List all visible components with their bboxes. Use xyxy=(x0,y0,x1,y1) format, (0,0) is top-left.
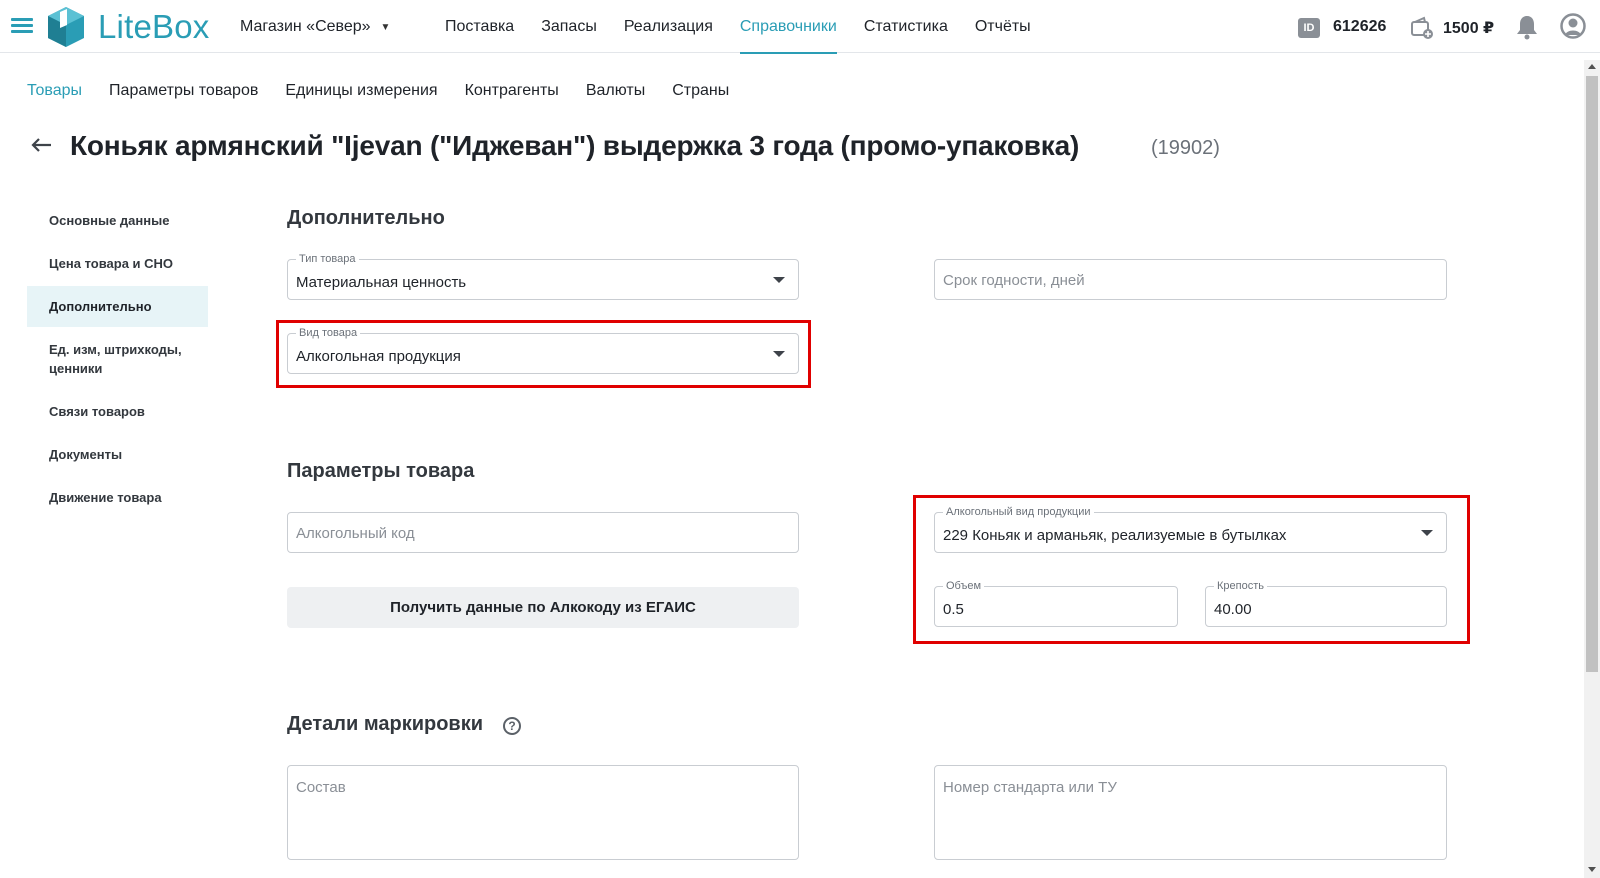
side-item-price[interactable]: Цена товара и СНО xyxy=(27,243,208,284)
page-scrollbar[interactable] xyxy=(1584,60,1600,878)
store-name: Магазин «Север» xyxy=(240,18,371,35)
side-menu: Основные данные Цена товара и СНО Дополн… xyxy=(27,200,208,520)
alco-code-placeholder: Алкогольный код xyxy=(296,525,415,542)
logo-text: LiteBox xyxy=(98,8,210,45)
product-type-value: Материальная ценность xyxy=(296,274,467,291)
dropdown-arrow-icon xyxy=(773,277,785,283)
subnav-countries[interactable]: Страны xyxy=(672,80,729,102)
account-id: 612626 xyxy=(1333,18,1387,35)
product-id: (19902) xyxy=(1151,137,1220,159)
strength-input[interactable]: Крепость 40.00 xyxy=(1205,580,1447,627)
strength-label: Крепость xyxy=(1214,580,1267,592)
side-item-documents[interactable]: Документы xyxy=(27,434,208,475)
user-avatar-icon[interactable] xyxy=(1560,13,1586,41)
egais-fetch-button[interactable]: Получить данные по Алкокоду из ЕГАИС xyxy=(287,587,799,628)
section-title-params: Параметры товара xyxy=(287,460,475,482)
main-nav: Поставка Запасы Реализация Справочники С… xyxy=(445,0,1058,54)
volume-input[interactable]: Объем 0.5 xyxy=(934,580,1178,627)
side-item-main-data[interactable]: Основные данные xyxy=(27,200,208,241)
alco-code-input[interactable]: Алкогольный код xyxy=(287,512,799,553)
nav-stock[interactable]: Запасы xyxy=(541,0,597,53)
bell-icon[interactable] xyxy=(1516,14,1538,40)
scroll-down-arrow-icon[interactable] xyxy=(1588,867,1596,872)
standard-textarea[interactable]: Номер стандарта или ТУ xyxy=(934,765,1447,860)
subnav-currencies[interactable]: Валюты xyxy=(586,80,645,102)
section-title-additional: Дополнительно xyxy=(287,207,445,229)
nav-sales[interactable]: Реализация xyxy=(624,0,713,53)
nav-statistics[interactable]: Статистика xyxy=(864,0,948,53)
volume-value: 0.5 xyxy=(943,601,964,618)
side-item-links[interactable]: Связи товаров xyxy=(27,391,208,432)
product-type-label: Тип товара xyxy=(296,253,359,265)
logo[interactable]: LiteBox xyxy=(46,6,209,48)
menu-icon[interactable] xyxy=(11,18,33,34)
subnav-counterparties[interactable]: Контрагенты xyxy=(465,80,559,102)
top-bar: LiteBox Магазин «Север» ▼ Поставка Запас… xyxy=(0,0,1600,54)
composition-textarea[interactable]: Состав xyxy=(287,765,799,860)
subnav-units[interactable]: Единицы измерения xyxy=(285,80,437,102)
sub-nav: Товары Параметры товаров Единицы измерен… xyxy=(27,80,756,102)
page-title: Коньяк армянский "Ijevan ("Иджеван") выд… xyxy=(70,130,1080,161)
store-selector[interactable]: Магазин «Север» ▼ xyxy=(240,18,390,36)
scroll-thumb[interactable] xyxy=(1586,76,1598,672)
composition-placeholder: Состав xyxy=(296,779,346,796)
id-icon: ID xyxy=(1298,18,1320,38)
alco-kind-value: 229 Коньяк и арманьяк, реализуемые в бут… xyxy=(943,527,1287,544)
nav-supply[interactable]: Поставка xyxy=(445,0,514,53)
dropdown-arrow-icon xyxy=(773,351,785,357)
alco-kind-select[interactable]: Алкогольный вид продукции 229 Коньяк и а… xyxy=(934,506,1447,553)
standard-placeholder: Номер стандарта или ТУ xyxy=(943,779,1117,796)
side-item-units-barcodes[interactable]: Ед. изм, штрихкоды, ценники xyxy=(27,329,208,389)
wallet-add-icon[interactable] xyxy=(1410,16,1434,40)
subnav-product-params[interactable]: Параметры товаров xyxy=(109,80,258,102)
product-kind-select[interactable]: Вид товара Алкогольная продукция xyxy=(287,327,799,374)
help-icon[interactable]: ? xyxy=(503,717,521,735)
section-title-marking: Детали маркировки xyxy=(287,713,484,735)
product-type-select[interactable]: Тип товара Материальная ценность xyxy=(287,253,799,300)
shelf-life-input[interactable]: Срок годности, дней xyxy=(934,259,1447,300)
side-item-movement[interactable]: Движение товара xyxy=(27,477,208,518)
product-kind-value: Алкогольная продукция xyxy=(296,348,461,365)
alco-kind-label: Алкогольный вид продукции xyxy=(943,506,1094,518)
scroll-up-arrow-icon[interactable] xyxy=(1588,64,1596,69)
product-kind-label: Вид товара xyxy=(296,327,361,339)
strength-value: 40.00 xyxy=(1214,601,1252,618)
balance: 1500 ₽ xyxy=(1443,20,1495,37)
subnav-products[interactable]: Товары xyxy=(27,80,82,102)
nav-reports[interactable]: Отчёты xyxy=(975,0,1031,53)
caret-down-icon: ▼ xyxy=(380,21,391,33)
shelf-life-placeholder: Срок годности, дней xyxy=(943,272,1085,289)
side-item-additional[interactable]: Дополнительно xyxy=(27,286,208,327)
dropdown-arrow-icon xyxy=(1421,530,1433,536)
back-arrow-icon[interactable] xyxy=(29,133,53,157)
volume-label: Объем xyxy=(943,580,985,592)
litebox-logo-icon xyxy=(48,7,84,47)
nav-directories[interactable]: Справочники xyxy=(739,0,837,54)
